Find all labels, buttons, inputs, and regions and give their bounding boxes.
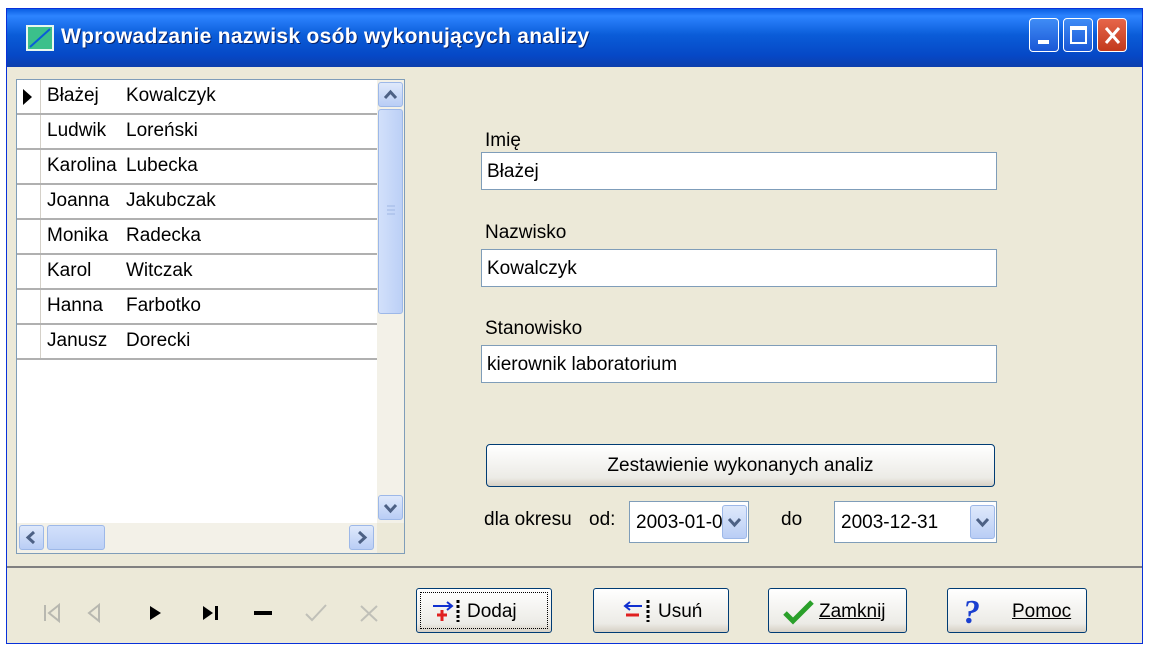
cancel-icon[interactable] — [355, 601, 385, 625]
first-name-cell[interactable]: Monika — [47, 225, 108, 247]
date-from-value: 2003-01-0 — [636, 512, 723, 533]
last-name-field[interactable]: Kowalczyk — [481, 249, 997, 287]
app-icon — [26, 25, 54, 51]
table-row[interactable]: Karolina Lubecka — [17, 150, 377, 185]
to-label: do — [781, 509, 803, 530]
row-indicator[interactable] — [17, 290, 41, 323]
first-name-cell[interactable]: Karolina — [47, 155, 117, 177]
first-name-cell[interactable]: Błażej — [47, 85, 99, 107]
window-title: Wprowadzanie nazwisk osób wykonujących a… — [61, 25, 590, 48]
add-button-label: Dodaj — [467, 601, 517, 622]
date-from-combo[interactable]: 2003-01-0 — [629, 501, 749, 543]
period-label: dla okresu — [484, 509, 572, 530]
row-indicator[interactable] — [17, 255, 41, 288]
first-name-field[interactable]: Błażej — [481, 152, 997, 190]
current-row-arrow-icon — [23, 89, 32, 105]
row-indicator[interactable] — [17, 220, 41, 253]
table-row[interactable]: Hanna Farbotko — [17, 290, 377, 325]
first-name-cell[interactable]: Karol — [47, 260, 91, 282]
first-name-label: Imię — [485, 130, 521, 151]
close-app-button[interactable]: Zamknij — [768, 588, 907, 633]
row-indicator[interactable] — [17, 325, 41, 358]
date-to-value: 2003-12-31 — [841, 512, 939, 533]
position-label: Stanowisko — [485, 318, 583, 339]
add-button[interactable]: Dodaj — [416, 588, 552, 633]
first-icon[interactable] — [39, 601, 69, 625]
first-name-cell[interactable]: Ludwik — [47, 120, 106, 142]
main-window: Wprowadzanie nazwisk osób wykonujących a… — [6, 8, 1143, 644]
last-name-cell[interactable]: Kowalczyk — [126, 85, 216, 107]
row-indicator[interactable] — [17, 150, 41, 183]
first-name-cell[interactable]: Janusz — [47, 330, 107, 352]
row-indicator[interactable] — [17, 80, 41, 113]
last-name-cell[interactable]: Lubecka — [126, 155, 198, 177]
table-row[interactable]: Joanna Jakubczak — [17, 185, 377, 220]
row-indicator[interactable] — [17, 115, 41, 148]
last-name-cell[interactable]: Loreński — [126, 120, 198, 142]
bottom-toolbar: Dodaj Usuń Zamknij ? Pomoc — [7, 566, 1142, 645]
svg-text:?: ? — [963, 595, 980, 627]
scroll-thumb[interactable] — [378, 109, 403, 314]
table-row[interactable]: Błażej Kowalczyk — [17, 80, 377, 115]
last-name-cell[interactable]: Dorecki — [126, 330, 190, 352]
delete-button-label: Usuń — [658, 601, 703, 622]
first-name-cell[interactable]: Hanna — [47, 295, 103, 317]
delete-record-icon — [623, 600, 650, 622]
scroll-left-button[interactable] — [19, 525, 44, 550]
client-area: Błażej Kowalczyk Ludwik Loreński Karolina Lub… — [7, 67, 1142, 645]
minimize-button[interactable] — [1029, 18, 1059, 52]
last-name-cell[interactable]: Farbotko — [126, 295, 201, 317]
position-field[interactable]: kierownik laboratorium — [481, 345, 997, 383]
close-button[interactable] — [1097, 18, 1127, 52]
from-label: od: — [589, 509, 616, 530]
close-app-button-label: Zamknij — [819, 601, 886, 622]
last-name-cell[interactable]: Radecka — [126, 225, 201, 247]
scroll-up-button[interactable] — [378, 82, 403, 107]
table-row[interactable]: Karol Witczak — [17, 255, 377, 290]
row-indicator[interactable] — [17, 185, 41, 218]
table-row[interactable]: Ludwik Loreński — [17, 115, 377, 150]
chevron-down-icon[interactable] — [722, 505, 747, 539]
people-grid[interactable]: Błażej Kowalczyk Ludwik Loreński Karolina Lub… — [16, 79, 405, 554]
delete-button[interactable]: Usuń — [593, 588, 729, 633]
last-name-cell[interactable]: Jakubczak — [126, 190, 216, 212]
maximize-button[interactable] — [1063, 18, 1093, 52]
prior-icon[interactable] — [80, 601, 110, 625]
add-record-icon — [433, 600, 460, 622]
table-row[interactable]: Janusz Dorecki — [17, 325, 377, 360]
title-bar[interactable]: Wprowadzanie nazwisk osób wykonujących a… — [7, 9, 1142, 67]
table-row[interactable]: Monika Radecka — [17, 220, 377, 255]
question-icon: ? — [963, 595, 980, 627]
checkmark-icon — [783, 600, 814, 625]
delete-icon[interactable] — [249, 601, 279, 625]
report-button[interactable]: Zestawienie wykonanych analiz — [486, 444, 995, 487]
help-button[interactable]: ? Pomoc — [947, 588, 1087, 633]
scroll-right-button[interactable] — [349, 525, 374, 550]
date-to-combo[interactable]: 2003-12-31 — [834, 501, 997, 543]
vertical-scrollbar[interactable] — [377, 80, 404, 523]
last-icon[interactable] — [196, 601, 226, 625]
next-icon[interactable] — [141, 601, 171, 625]
first-name-cell[interactable]: Joanna — [47, 190, 109, 212]
last-name-cell[interactable]: Witczak — [126, 260, 193, 282]
hscroll-thumb[interactable] — [47, 525, 105, 550]
chevron-down-icon[interactable] — [970, 505, 995, 539]
post-icon[interactable] — [302, 601, 332, 625]
last-name-label: Nazwisko — [485, 222, 567, 243]
help-button-label: Pomoc — [1012, 601, 1072, 622]
scrollbar-corner — [377, 523, 404, 553]
scroll-down-button[interactable] — [378, 495, 403, 520]
horizontal-scrollbar[interactable] — [17, 523, 377, 553]
